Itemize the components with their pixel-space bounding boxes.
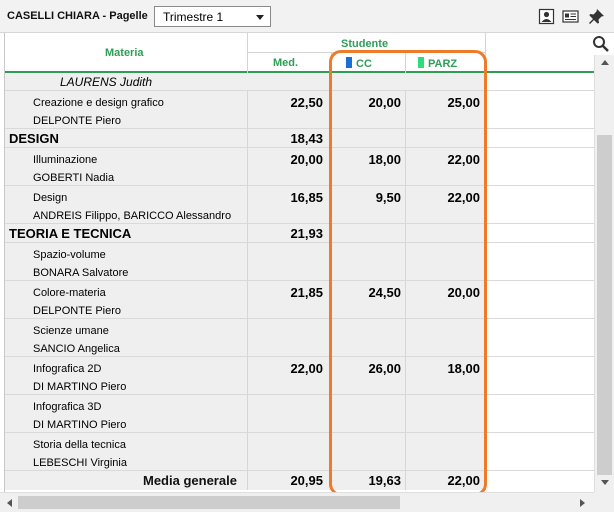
subject-name: Storia della tecnica [33,439,126,451]
med-value: 22,50 [290,95,323,110]
parz-value: 22,00 [447,190,480,205]
parz-value: 22,00 [447,152,480,167]
column-header-materia[interactable]: Materia [105,47,144,59]
teacher-name: LAURENS Judith [60,75,153,89]
cc-value: 20,00 [368,95,401,110]
med-value: 22,00 [290,361,323,376]
subject-name: Infografica 3D [33,401,102,413]
category-name: DESIGN [9,131,59,146]
med-value: 16,85 [290,190,323,205]
med-value: 21,85 [290,285,323,300]
search-icon[interactable] [592,35,610,53]
parz-value: 18,00 [447,361,480,376]
parz-value: 20,00 [447,285,480,300]
table-header: Materia Studente Med. CC PARZ [5,33,594,73]
cc-value: 26,00 [368,361,401,376]
subject-name: Illuminazione [33,154,98,166]
med-value: 21,93 [290,226,323,241]
table-row[interactable]: TEORIA E TECNICA 21,93 [5,224,594,243]
table-row[interactable]: DESIGN 18,43 [5,129,594,148]
scroll-left-icon[interactable] [7,499,12,507]
table-row[interactable]: Creazione e design grafico DELPONTE Pier… [5,91,594,129]
footer-parz-value: 22,00 [447,473,480,488]
table-row[interactable]: Scienze umane SANCIO Angelica [5,319,594,357]
cc-value: 9,50 [375,190,401,205]
table-row[interactable]: Storia della tecnica LEBESCHI Virginia [5,433,594,471]
cc-color-swatch [346,57,352,68]
id-card-icon[interactable] [538,8,555,25]
teacher-name: ANDREIS Filippo, BARICCO Alessandro [33,210,232,222]
subject-name: Design [33,192,68,204]
teacher-name: DI MARTINO Piero [33,419,127,431]
scroll-corner [594,492,614,512]
footer-label: Media generale [143,473,237,488]
table-row[interactable]: Infografica 3D DI MARTINO Piero [5,395,594,433]
column-group-studente: Studente [341,38,389,50]
cc-value: 18,00 [368,152,401,167]
category-name: TEORIA E TECNICA [9,226,132,241]
scroll-up-icon[interactable] [601,60,609,65]
teacher-name: LEBESCHI Virginia [33,457,127,469]
subject-name: Scienze umane [33,325,109,337]
parz-color-swatch [418,57,424,68]
teacher-name: DELPONTE Piero [33,115,122,127]
subject-name: Colore-materia [33,287,106,299]
column-header-cc[interactable]: CC [346,57,372,70]
pin-icon[interactable] [588,8,605,25]
table-row[interactable]: LAURENS Judith [5,73,594,91]
table-row[interactable]: Colore-materia DELPONTE Piero 21,85 24,5… [5,281,594,319]
scroll-down-icon[interactable] [601,480,609,485]
column-header-parz[interactable]: PARZ [418,57,457,70]
subject-name: Infografica 2D [33,363,102,375]
footer-med-value: 20,95 [290,473,323,488]
report-card-icon[interactable] [562,8,579,25]
cc-value: 24,50 [368,285,401,300]
teacher-name: SANCIO Angelica [33,343,120,355]
parz-value: 25,00 [447,95,480,110]
teacher-name: BONARA Salvatore [33,267,129,279]
subject-name: Creazione e design grafico [33,97,164,109]
table-footer: Media generale 20,95 19,63 22,00 [5,471,594,490]
window-title: CASELLI CHIARA - Pagelle [7,10,148,22]
med-value: 20,00 [290,152,323,167]
teacher-name: DI MARTINO Piero [33,381,127,393]
column-header-med[interactable]: Med. [273,57,298,69]
subject-name: Spazio-volume [33,249,106,261]
med-value: 18,43 [290,131,323,146]
period-select[interactable]: Trimestre 1 [154,6,271,27]
scroll-right-icon[interactable] [580,499,585,507]
period-select-value: Trimestre 1 [163,10,224,24]
horizontal-scrollbar[interactable] [0,492,594,512]
vertical-scroll-thumb[interactable] [597,135,612,475]
table-row[interactable]: Illuminazione GOBERTI Nadia 20,00 18,00 … [5,148,594,186]
teacher-name: DELPONTE Piero [33,305,122,317]
chevron-down-icon [256,15,264,20]
table-row[interactable]: Design ANDREIS Filippo, BARICCO Alessand… [5,186,594,224]
vertical-scrollbar[interactable] [594,55,614,492]
table-row[interactable]: Spazio-volume BONARA Salvatore [5,243,594,281]
footer-cc-value: 19,63 [368,473,401,488]
teacher-name: GOBERTI Nadia [33,172,115,184]
grades-table: Materia Studente Med. CC PARZ LAURENS Ju… [4,33,594,492]
title-bar: CASELLI CHIARA - Pagelle Trimestre 1 [0,0,614,33]
horizontal-scroll-thumb[interactable] [18,496,400,509]
table-row[interactable]: Infografica 2D DI MARTINO Piero 22,00 26… [5,357,594,395]
